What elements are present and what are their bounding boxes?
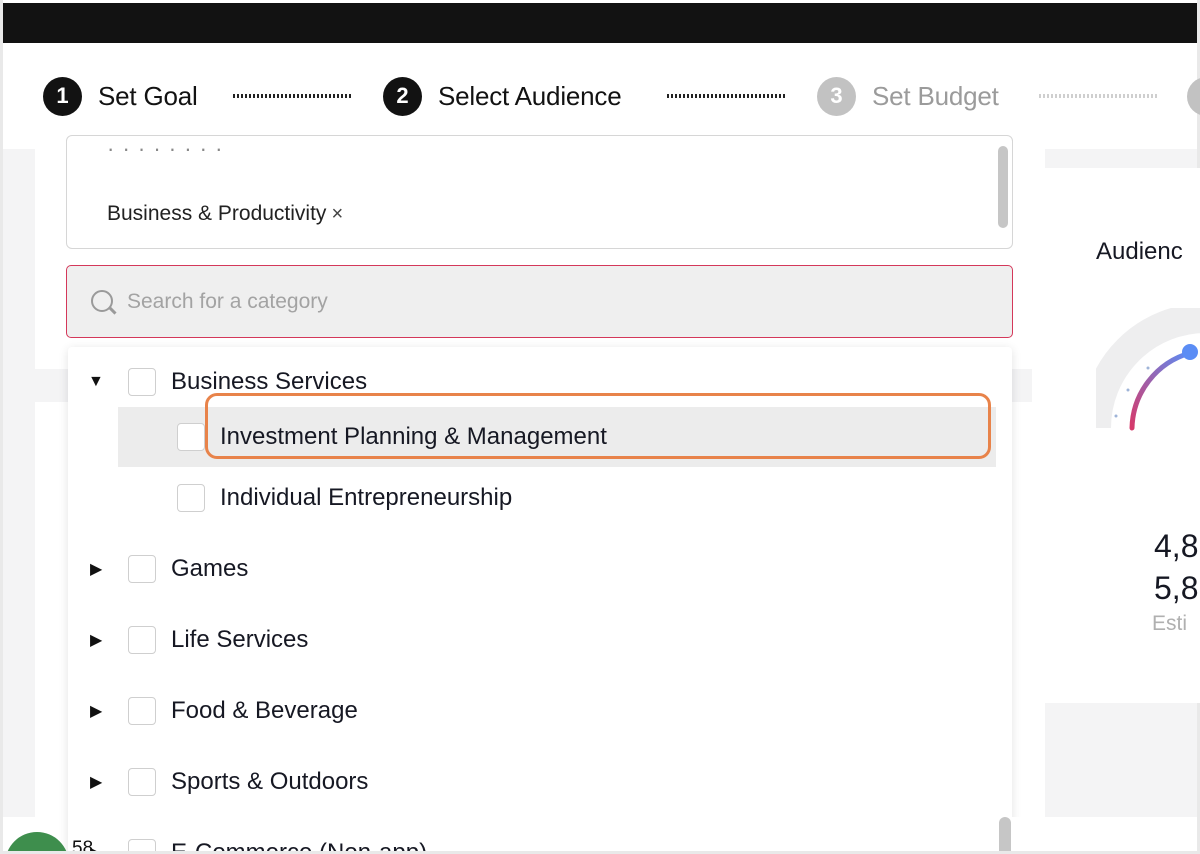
category-row[interactable]: ▶ E-Commerce (Non-app) <box>68 823 998 854</box>
gauge-knob <box>1182 344 1198 360</box>
category-checkbox[interactable] <box>128 368 156 396</box>
scrollbar[interactable] <box>999 817 1011 854</box>
category-label: Sports & Outdoors <box>171 768 369 795</box>
audience-range-high: 5,8 <box>1154 570 1199 606</box>
search-input[interactable] <box>127 289 987 314</box>
selected-tag: Business & Productivity × <box>107 202 343 226</box>
category-checkbox[interactable] <box>128 768 156 796</box>
step-label: Set Budget <box>872 80 999 111</box>
category-row[interactable]: ▶ Food & Beverage <box>68 681 998 741</box>
category-checkbox[interactable] <box>177 484 205 512</box>
step-number: 3 <box>817 76 856 116</box>
selected-row-partial: · · · · · · · · <box>107 136 224 161</box>
caret-right-icon[interactable]: ▶ <box>90 559 102 579</box>
category-label: Food & Beverage <box>171 697 358 724</box>
subcategory-row[interactable]: Investment Planning & Management <box>118 407 996 467</box>
audience-gauge <box>1096 308 1200 431</box>
step-set-budget[interactable]: 3 Set Budget <box>817 76 999 116</box>
category-dropdown: ▼ Business Services Investment Planning … <box>68 347 1012 854</box>
step-label: Set Goal <box>98 80 198 111</box>
category-label: Investment Planning & Management <box>220 423 607 450</box>
category-checkbox[interactable] <box>177 423 205 451</box>
category-row[interactable]: ▶ Games <box>68 539 998 599</box>
search-icon <box>89 288 117 316</box>
category-label: Life Services <box>171 626 309 653</box>
step-connector <box>1039 94 1157 98</box>
selected-categories-box[interactable]: · · · · · · · · Business & Productivity … <box>66 135 1013 249</box>
category-checkbox[interactable] <box>128 555 156 583</box>
category-label: Games <box>171 555 249 582</box>
step-set-goal[interactable]: 1 Set Goal <box>43 76 198 116</box>
subcategory-row[interactable]: Individual Entrepreneurship <box>68 468 998 528</box>
step-number: 1 <box>43 76 82 116</box>
step-select-audience[interactable]: 2 Select Audience <box>383 76 622 116</box>
step-connector <box>667 94 785 98</box>
caret-right-icon[interactable]: ▶ <box>90 630 102 650</box>
category-row[interactable]: ▶ Sports & Outdoors <box>68 752 998 812</box>
caret-down-icon[interactable]: ▼ <box>88 373 104 391</box>
card-title: Audienc <box>1096 238 1183 265</box>
step-next-partial[interactable] <box>1187 76 1200 116</box>
top-bar <box>3 3 1197 43</box>
step-number <box>1187 76 1200 116</box>
category-checkbox[interactable] <box>128 697 156 725</box>
category-label: Individual Entrepreneurship <box>220 484 513 511</box>
scrollbar[interactable] <box>998 146 1008 228</box>
step-label: Select Audience <box>438 80 622 111</box>
step-connector <box>233 94 351 98</box>
caret-right-icon[interactable]: ▶ <box>90 701 102 721</box>
estimate-caption: Esti <box>1152 612 1188 635</box>
tag-remove-icon[interactable]: × <box>331 203 343 226</box>
category-row[interactable]: ▼ Business Services <box>68 352 998 412</box>
category-checkbox[interactable] <box>128 626 156 654</box>
category-row[interactable]: ▶ Life Services <box>68 610 998 670</box>
step-number: 2 <box>383 76 422 116</box>
tag-label: Business & Productivity <box>107 202 327 225</box>
caret-right-icon[interactable]: ▶ <box>90 772 102 792</box>
category-search[interactable] <box>66 265 1013 338</box>
category-label: Business Services <box>171 368 368 395</box>
audience-range-low: 4,8 <box>1154 528 1199 564</box>
stepper: 1 Set Goal 2 Select Audience 3 Set Budge… <box>3 43 1200 149</box>
audience-size-card: Audienc 4,8 5,8 Esti <box>1032 168 1200 703</box>
bottom-strip <box>1012 817 1197 851</box>
